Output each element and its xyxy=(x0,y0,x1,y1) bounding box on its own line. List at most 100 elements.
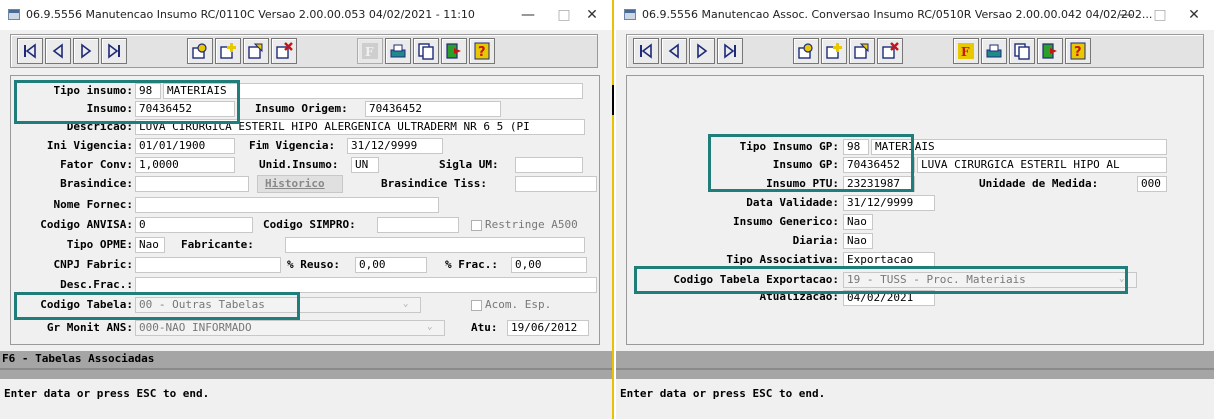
filter-button[interactable]: F xyxy=(953,38,979,64)
copy-button[interactable] xyxy=(1009,38,1035,64)
fator-conv-label: Fator Conv: xyxy=(60,158,133,171)
chevron-down-icon[interactable]: ⌄ xyxy=(427,322,432,332)
title-bar[interactable]: 06.9.5556 Manutencao Insumo RC/0110C Ver… xyxy=(0,0,612,30)
maximize-button[interactable]: □ xyxy=(1150,6,1170,24)
next-record-icon xyxy=(697,43,708,59)
insumo-generico-label: Insumo Generico: xyxy=(733,215,839,228)
chevron-down-icon[interactable]: ⌄ xyxy=(403,299,408,309)
sigla-um-field[interactable] xyxy=(515,157,583,173)
tipo-associativa-label: Tipo Associativa: xyxy=(726,253,839,266)
status-message: Enter data or press ESC to end. xyxy=(4,387,210,400)
descricao-field[interactable]: LUVA CIRURGICA ESTERIL HIPO ALERGENICA U… xyxy=(135,119,585,135)
acom-esp-checkbox[interactable] xyxy=(471,300,482,311)
insumo-gp-label: Insumo GP: xyxy=(772,158,839,171)
search-button[interactable] xyxy=(187,38,213,64)
insumo-origem-label: Insumo Origem: xyxy=(255,102,348,115)
fator-conv-field[interactable]: 1,0000 xyxy=(135,157,235,173)
minimize-button[interactable]: — xyxy=(518,6,538,24)
copy-button[interactable] xyxy=(413,38,439,64)
fim-vigencia-field[interactable]: 31/12/9999 xyxy=(347,138,443,154)
edit-record-button[interactable] xyxy=(849,38,875,64)
edit-record-button[interactable] xyxy=(243,38,269,64)
insumo-window: 06.9.5556 Manutencao Insumo RC/0110C Ver… xyxy=(0,0,612,419)
diaria-label: Diaria: xyxy=(792,234,839,247)
close-button[interactable]: ✕ xyxy=(1184,6,1204,24)
unid-insumo-field[interactable]: UN xyxy=(351,157,379,173)
restringe-label: Restringe A500 xyxy=(485,218,578,231)
help-icon: ? xyxy=(1070,42,1086,60)
last-record-button[interactable] xyxy=(717,38,743,64)
insumo-origem-field[interactable]: 70436452 xyxy=(365,101,501,117)
exit-button[interactable] xyxy=(1037,38,1063,64)
insumo-generico-field[interactable]: Nao xyxy=(843,214,873,230)
search-button[interactable] xyxy=(793,38,819,64)
nome-fornec-field[interactable] xyxy=(135,197,439,213)
print-button[interactable] xyxy=(385,38,411,64)
brasindice-field[interactable] xyxy=(135,176,249,192)
brasindice-tiss-label: Brasindice Tiss: xyxy=(381,177,487,190)
next-record-button[interactable] xyxy=(689,38,715,64)
first-record-button[interactable] xyxy=(17,38,43,64)
fabricante-field[interactable] xyxy=(285,237,585,253)
tipo-opme-field[interactable]: Nao xyxy=(135,237,165,253)
f6-tabelas-associadas[interactable]: F6 - Tabelas Associadas xyxy=(2,352,154,365)
add-record-icon xyxy=(220,43,236,59)
frac-field[interactable]: 0,00 xyxy=(511,257,587,273)
tipo-associativa-field[interactable]: Exportacao xyxy=(843,252,935,268)
title-bar[interactable]: 06.9.5556 Manutencao Assoc. Conversao In… xyxy=(616,0,1214,30)
next-record-button[interactable] xyxy=(73,38,99,64)
help-button[interactable]: ? xyxy=(469,38,495,64)
sigla-um-label: Sigla UM: xyxy=(439,158,499,171)
exit-icon xyxy=(446,43,461,59)
codigo-simpro-field[interactable] xyxy=(377,217,459,233)
desc-frac-field[interactable] xyxy=(135,277,597,293)
previous-record-button[interactable] xyxy=(45,38,71,64)
data-validade-field[interactable]: 31/12/9999 xyxy=(843,195,935,211)
diaria-field[interactable]: Nao xyxy=(843,233,873,249)
minimize-button[interactable]: — xyxy=(1116,6,1136,24)
codigo-simpro-label: Codigo SIMPRO: xyxy=(263,218,356,231)
insumo-gp-field[interactable]: 70436452 xyxy=(843,157,915,173)
tipo-insumo-code-field[interactable]: 98 xyxy=(135,83,161,99)
add-record-button[interactable] xyxy=(215,38,241,64)
svg-text:?: ? xyxy=(1074,45,1082,60)
insumo-field[interactable]: 70436452 xyxy=(135,101,235,117)
first-record-button[interactable] xyxy=(633,38,659,64)
copy-icon xyxy=(1014,43,1030,60)
data-validade-label: Data Validade: xyxy=(746,196,839,209)
insumo-ptu-field[interactable]: 23231987 xyxy=(843,176,915,192)
window-title: 06.9.5556 Manutencao Assoc. Conversao In… xyxy=(642,8,1153,21)
tipo-insumo-gp-code-field[interactable]: 98 xyxy=(843,139,869,155)
gr-monit-select[interactable]: 000-NAO INFORMADO xyxy=(135,320,445,336)
chevron-down-icon[interactable]: ⌄ xyxy=(1119,274,1124,284)
gr-monit-label: Gr Monit ANS: xyxy=(46,321,133,334)
maximize-button[interactable]: □ xyxy=(554,6,574,24)
codigo-anvisa-field[interactable]: 0 xyxy=(135,217,253,233)
app-icon xyxy=(8,9,20,20)
codigo-tabela-exportacao-select[interactable]: 19 - TUSS - Proc. Materiais xyxy=(843,272,1137,288)
filter-button[interactable]: F xyxy=(357,38,383,64)
delete-record-button[interactable] xyxy=(877,38,903,64)
exit-button[interactable] xyxy=(441,38,467,64)
frac-label: % Frac.: xyxy=(445,258,498,271)
codigo-tabela-select[interactable]: 00 - Outras Tabelas xyxy=(135,297,421,313)
reuso-field[interactable]: 0,00 xyxy=(355,257,427,273)
close-button[interactable]: ✕ xyxy=(582,6,602,24)
delete-record-button[interactable] xyxy=(271,38,297,64)
cnpj-field[interactable] xyxy=(135,257,281,273)
copy-icon xyxy=(418,43,434,60)
unidade-medida-label: Unidade de Medida: xyxy=(979,177,1099,190)
print-button[interactable] xyxy=(981,38,1007,64)
unidade-medida-field[interactable]: 000 xyxy=(1137,176,1167,192)
last-record-button[interactable] xyxy=(101,38,127,64)
ini-vigencia-field[interactable]: 01/01/1900 xyxy=(135,138,235,154)
brasindice-tiss-field[interactable] xyxy=(515,176,597,192)
assoc-conversao-window: 06.9.5556 Manutencao Assoc. Conversao In… xyxy=(616,0,1214,419)
help-button[interactable]: ? xyxy=(1065,38,1091,64)
previous-record-button[interactable] xyxy=(661,38,687,64)
add-record-button[interactable] xyxy=(821,38,847,64)
print-icon xyxy=(986,44,1002,58)
historico-button[interactable]: Historico xyxy=(257,175,343,193)
restringe-checkbox[interactable] xyxy=(471,220,482,231)
filter-icon: F xyxy=(362,43,378,59)
